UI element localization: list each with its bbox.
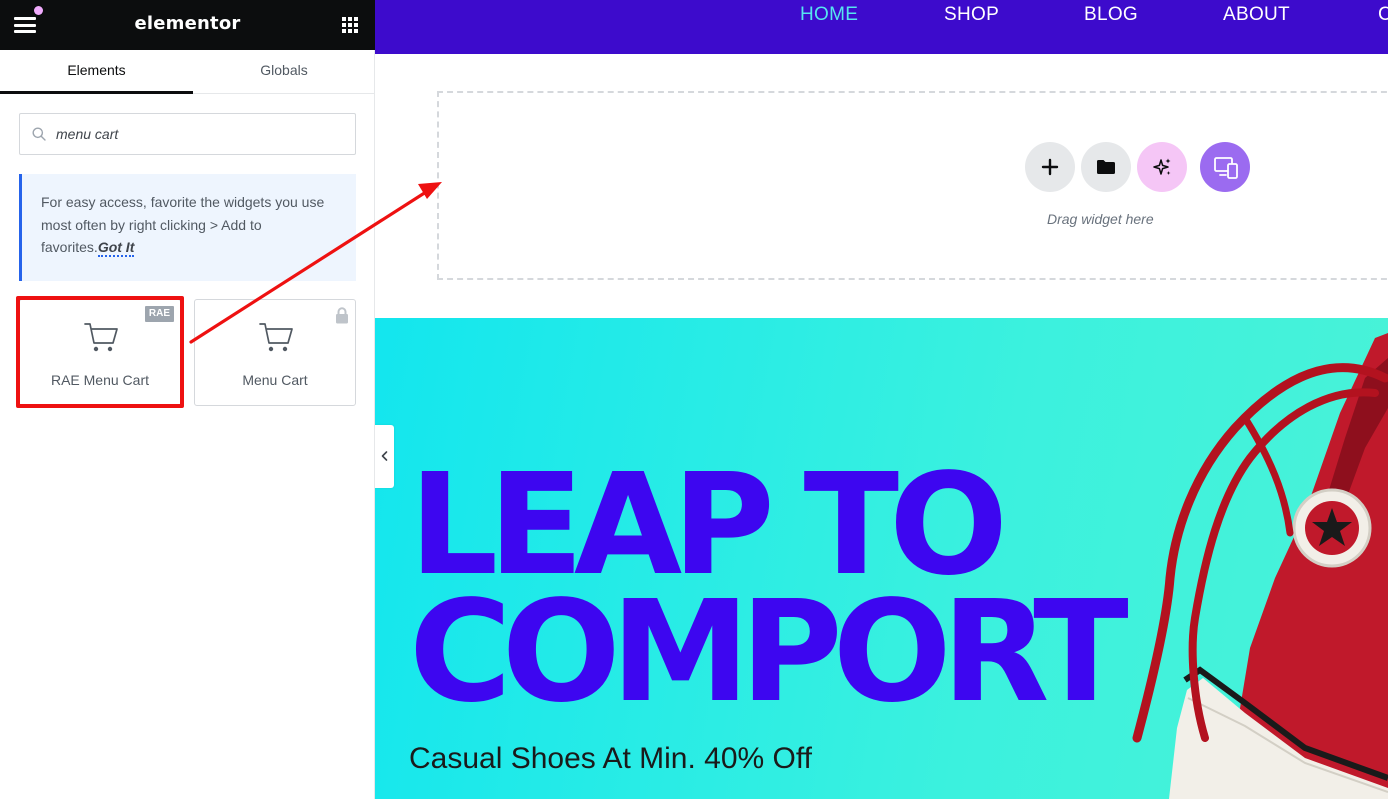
add-section-button[interactable] xyxy=(1025,142,1075,192)
drag-widget-hint: Drag widget here xyxy=(1047,211,1154,227)
editor-header: elementor xyxy=(0,0,375,50)
preview-canvas: HOME SHOP BLOG ABOUT C Drag widget here … xyxy=(375,0,1388,799)
template-library-button[interactable] xyxy=(1081,142,1131,192)
nav-contact[interactable]: C xyxy=(1378,4,1388,26)
widget-menu-cart[interactable]: Menu Cart xyxy=(194,299,356,406)
folder-icon xyxy=(1097,160,1115,174)
got-it-link[interactable]: Got It xyxy=(97,239,135,257)
widget-label: Menu Cart xyxy=(242,372,308,388)
site-navbar: HOME SHOP BLOG ABOUT C xyxy=(375,0,1388,54)
nav-shop[interactable]: SHOP xyxy=(944,4,999,26)
sparkle-icon xyxy=(1153,158,1171,175)
responsive-devices-icon xyxy=(1214,157,1238,179)
apps-grid-icon[interactable] xyxy=(342,17,358,33)
lock-icon xyxy=(336,307,348,324)
editor-panel: elementor Elements Globals For easy acce… xyxy=(0,0,375,799)
tab-elements[interactable]: Elements xyxy=(0,50,193,94)
cart-icon xyxy=(259,323,293,352)
hero-headline-line2: COMPORT xyxy=(409,571,1129,734)
nav-about[interactable]: ABOUT xyxy=(1223,4,1290,26)
brand-logo: elementor xyxy=(134,13,241,34)
panel-tabs: Elements Globals xyxy=(0,50,375,94)
tab-globals[interactable]: Globals xyxy=(190,50,378,93)
plus-icon xyxy=(1041,158,1059,176)
ai-button[interactable] xyxy=(1137,142,1187,192)
hero-subtitle: Casual Shoes At Min. 40% Off xyxy=(409,742,812,775)
hero-section: LEAP TO COMPORT Casual Shoes At Min. 40%… xyxy=(375,318,1388,799)
nav-blog[interactable]: BLOG xyxy=(1084,4,1138,26)
favorites-tip: For easy access, favorite the widgets yo… xyxy=(19,174,356,281)
highlight-box xyxy=(16,296,184,408)
site-kit-button[interactable] xyxy=(1200,142,1250,192)
widget-dropzone[interactable] xyxy=(437,91,1388,280)
widget-search xyxy=(19,113,356,155)
chevron-left-icon xyxy=(381,451,388,461)
nav-home[interactable]: HOME xyxy=(800,4,858,26)
sneaker-image xyxy=(1132,333,1388,799)
search-input[interactable] xyxy=(56,124,346,144)
search-icon xyxy=(32,127,46,141)
collapse-panel-button[interactable] xyxy=(375,425,394,488)
tip-text: For easy access, favorite the widgets yo… xyxy=(41,194,325,255)
